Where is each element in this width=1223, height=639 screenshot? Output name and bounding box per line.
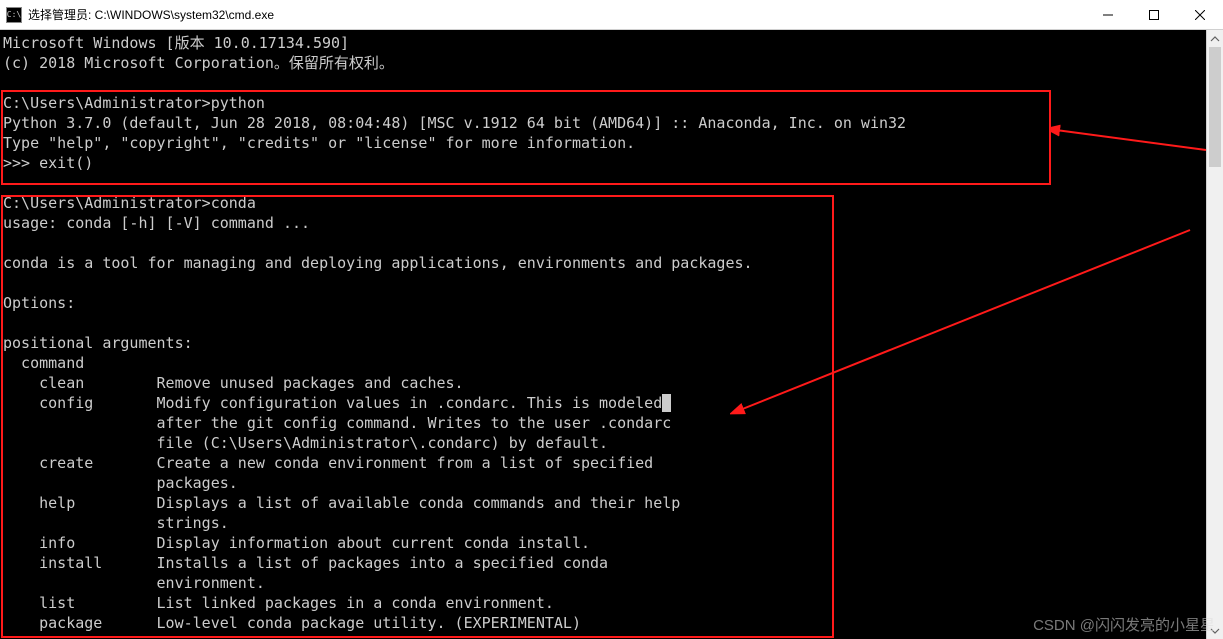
terminal-line: >>> exit() xyxy=(3,154,93,172)
terminal-line: strings. xyxy=(3,514,229,532)
window-titlebar: C:\ 选择管理员: C:\WINDOWS\system32\cmd.exe xyxy=(0,0,1223,30)
close-button[interactable] xyxy=(1177,0,1223,30)
terminal-line: packages. xyxy=(3,474,238,492)
window-controls xyxy=(1085,0,1223,30)
scroll-thumb[interactable] xyxy=(1209,47,1221,167)
minimize-button[interactable] xyxy=(1085,0,1131,30)
terminal-line: Options: xyxy=(3,294,75,312)
terminal-line: config Modify configuration values in .c… xyxy=(3,394,662,412)
terminal-line: install Installs a list of packages into… xyxy=(3,554,608,572)
vertical-scrollbar[interactable] xyxy=(1206,30,1223,639)
terminal-output[interactable]: Microsoft Windows [版本 10.0.17134.590] (c… xyxy=(0,30,1223,639)
terminal-line: C:\Users\Administrator>conda xyxy=(3,194,256,212)
terminal-line: usage: conda [-h] [-V] command ... xyxy=(3,214,310,232)
terminal-line: command xyxy=(3,354,84,372)
terminal-line: C:\Users\Administrator>python xyxy=(3,94,265,112)
scroll-up-button[interactable] xyxy=(1207,30,1223,47)
app-icon: C:\ xyxy=(6,7,22,23)
text-cursor xyxy=(662,394,671,412)
maximize-button[interactable] xyxy=(1131,0,1177,30)
terminal-line: (c) 2018 Microsoft Corporation。保留所有权利。 xyxy=(3,54,394,72)
terminal-line: create Create a new conda environment fr… xyxy=(3,454,653,472)
terminal-line: clean Remove unused packages and caches. xyxy=(3,374,464,392)
terminal-line: help Displays a list of available conda … xyxy=(3,494,680,512)
window-title: 选择管理员: C:\WINDOWS\system32\cmd.exe xyxy=(28,6,1085,23)
terminal-line: conda is a tool for managing and deployi… xyxy=(3,254,753,272)
terminal-line: info Display information about current c… xyxy=(3,534,590,552)
scroll-down-button[interactable] xyxy=(1207,622,1223,639)
terminal-line: file (C:\Users\Administrator\.condarc) b… xyxy=(3,434,608,452)
terminal-line: list List linked packages in a conda env… xyxy=(3,594,554,612)
terminal-line: positional arguments: xyxy=(3,334,193,352)
terminal-line: Microsoft Windows [版本 10.0.17134.590] xyxy=(3,34,349,52)
terminal-line: Python 3.7.0 (default, Jun 28 2018, 08:0… xyxy=(3,114,906,132)
terminal-line: after the git config command. Writes to … xyxy=(3,414,671,432)
terminal-line: package Low-level conda package utility.… xyxy=(3,614,581,632)
terminal-line: environment. xyxy=(3,574,265,592)
terminal-line: Type "help", "copyright", "credits" or "… xyxy=(3,134,635,152)
scroll-track[interactable] xyxy=(1207,47,1223,622)
